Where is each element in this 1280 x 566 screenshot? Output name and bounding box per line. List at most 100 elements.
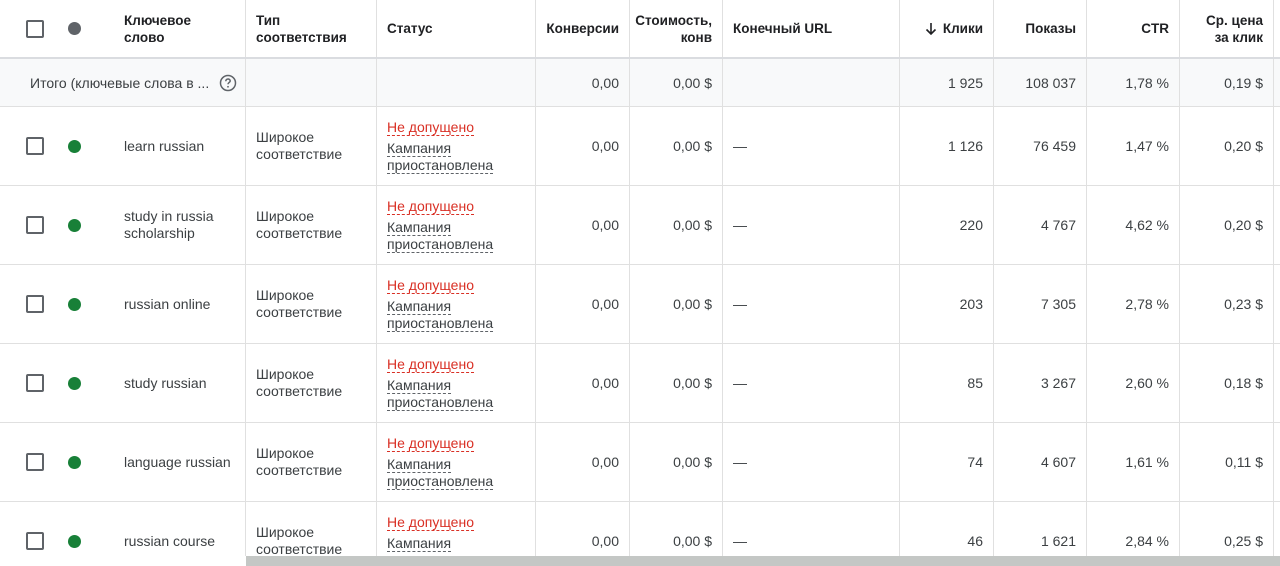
enabled-status-dot-icon[interactable] <box>68 376 81 390</box>
row-select-cell <box>26 186 46 264</box>
enabled-status-dot-icon[interactable] <box>68 297 81 311</box>
enabled-status-dot-icon[interactable] <box>68 455 81 469</box>
table-row[interactable]: russian course Широкое соответствие Не д… <box>0 502 1280 556</box>
column-header-impressions[interactable]: Показы <box>993 0 1086 57</box>
keyword-cell[interactable]: language russian <box>114 423 245 501</box>
table-row[interactable]: study russian Широкое соответствие Не до… <box>0 344 1280 423</box>
select-all-checkbox[interactable] <box>26 19 44 38</box>
keyword-text[interactable]: learn russian <box>124 138 204 155</box>
row-checkbox[interactable] <box>26 453 44 471</box>
enabled-status-dot-icon[interactable] <box>68 139 81 153</box>
status-detail[interactable]: Кампания приостановлена <box>387 219 494 253</box>
total-conversions: 0,00 <box>535 59 629 106</box>
row-checkbox[interactable] <box>26 137 44 155</box>
header-status-dot-cell <box>68 0 82 57</box>
status-disapproved-text[interactable]: Не допущено <box>387 356 474 373</box>
impressions-cell: 1 621 <box>993 502 1086 556</box>
status-detail[interactable]: Кампания приостановлена <box>387 535 493 556</box>
status-disapproved-text[interactable]: Не допущено <box>387 435 474 452</box>
match-type-cell: Широкое соответствие <box>245 107 376 185</box>
status-disapproved-text[interactable]: Не допущено <box>387 198 474 215</box>
column-header-match-type[interactable]: Тип соответствия <box>245 0 376 57</box>
status-detail-line-1: Кампания <box>387 297 452 315</box>
keyword-text[interactable]: language russian <box>124 454 231 471</box>
row-checkbox[interactable] <box>26 374 44 392</box>
horizontal-scrollbar[interactable] <box>246 556 1280 566</box>
row-overflow-edge <box>1273 344 1280 422</box>
match-type-text: Широкое соответствие <box>256 524 343 556</box>
status-detail-line-2: приостановлена <box>387 472 494 490</box>
status-detail[interactable]: Кампания приостановлена <box>387 297 494 332</box>
column-header-ctr[interactable]: CTR <box>1086 0 1179 57</box>
conversions-cell: 0,00 <box>535 502 629 556</box>
horizontal-scrollbar-thumb[interactable] <box>246 556 1280 566</box>
status-detail-line-2: приостановлена <box>387 393 494 411</box>
status-detail-line-2: приостановлена <box>387 314 494 332</box>
cost-per-conv-cell: 0,00 $ <box>629 107 722 185</box>
conversions-cell: 0,00 <box>535 107 629 185</box>
avg-cpc-cell: 0,18 $ <box>1179 344 1273 422</box>
keyword-cell[interactable]: learn russian <box>114 107 245 185</box>
ctr-cell: 1,47 % <box>1086 107 1179 185</box>
column-header-status-label: Статус <box>387 21 433 36</box>
enabled-status-dot-icon[interactable] <box>68 534 81 548</box>
row-checkbox[interactable] <box>26 295 44 313</box>
status-disapproved-text[interactable]: Не допущено <box>387 119 474 136</box>
keyword-text[interactable]: study in russia scholarship <box>124 208 235 242</box>
header-select-all-cell <box>26 0 46 57</box>
enabled-status-dot-icon[interactable] <box>68 218 81 232</box>
status-disapproved-text[interactable]: Не допущено <box>387 514 474 531</box>
row-select-cell <box>26 423 46 501</box>
keyword-text[interactable]: study russian <box>124 375 206 392</box>
avg-cpc-cell: 0,11 $ <box>1179 423 1273 501</box>
help-circle-icon[interactable] <box>219 74 237 92</box>
status-detail-line-1: Кампания <box>387 376 452 394</box>
row-overflow-edge <box>1273 186 1280 264</box>
column-header-final-url-label: Конечный URL <box>733 21 833 36</box>
status-cell: Не допущено Кампания приостановлена <box>376 265 535 343</box>
clicks-cell: 1 126 <box>899 107 993 185</box>
row-select-cell <box>26 502 46 556</box>
row-status-dot-cell <box>68 186 82 264</box>
column-header-clicks[interactable]: Клики <box>899 0 993 57</box>
column-header-final-url[interactable]: Конечный URL <box>722 0 899 57</box>
status-detail[interactable]: Кампания приостановлена <box>387 376 494 411</box>
column-header-conversions[interactable]: Конверсии <box>535 0 629 57</box>
total-row: Итого (ключевые слова в ... 0,00 0,00 $ … <box>0 59 1280 107</box>
column-header-status[interactable]: Статус <box>376 0 535 57</box>
match-type-text: Широкое соответствие <box>256 208 343 241</box>
keyword-cell[interactable]: russian course <box>114 502 245 556</box>
keyword-text[interactable]: russian course <box>124 533 215 550</box>
table-row[interactable]: learn russian Широкое соответствие Не до… <box>0 107 1280 186</box>
cost-per-conv-cell: 0,00 $ <box>629 344 722 422</box>
keyword-cell[interactable]: russian online <box>114 265 245 343</box>
conversions-cell: 0,00 <box>535 423 629 501</box>
conversions-cell: 0,00 <box>535 344 629 422</box>
keyword-cell[interactable]: study in russia scholarship <box>114 186 245 264</box>
match-type-cell: Широкое соответствие <box>245 186 376 264</box>
status-detail[interactable]: Кампания приостановлена <box>387 140 494 174</box>
match-type-text: Широкое соответствие <box>256 366 343 399</box>
table-row[interactable]: study in russia scholarship Широкое соот… <box>0 186 1280 265</box>
column-header-avg-cpc[interactable]: Ср. цена за клик <box>1179 0 1273 57</box>
table-header: Ключевое слово Тип соответствия Статус К… <box>0 0 1280 59</box>
status-detail-line-1: Кампания <box>387 455 452 473</box>
clicks-cell: 85 <box>899 344 993 422</box>
column-header-cost-per-conv[interactable]: Стоимость, конв <box>629 0 722 57</box>
row-overflow-edge <box>1273 502 1280 556</box>
avg-cpc-cell: 0,25 $ <box>1179 502 1273 556</box>
keyword-cell[interactable]: study russian <box>114 344 245 422</box>
status-disapproved-text[interactable]: Не допущено <box>387 277 474 294</box>
table-row[interactable]: russian online Широкое соответствие Не д… <box>0 265 1280 344</box>
header-overflow-edge <box>1273 0 1280 57</box>
table-row[interactable]: language russian Широкое соответствие Не… <box>0 423 1280 502</box>
final-url-cell: — <box>722 107 899 185</box>
total-label-cell: Итого (ключевые слова в ... <box>30 59 245 106</box>
keyword-text[interactable]: russian online <box>124 296 210 313</box>
column-header-keyword[interactable]: Ключевое слово <box>114 0 245 57</box>
row-checkbox[interactable] <box>26 216 44 234</box>
status-detail[interactable]: Кампания приостановлена <box>387 455 494 490</box>
total-match-type-cell <box>245 59 376 106</box>
status-detail-line-2: приостановлена <box>387 235 494 253</box>
row-checkbox[interactable] <box>26 532 44 550</box>
